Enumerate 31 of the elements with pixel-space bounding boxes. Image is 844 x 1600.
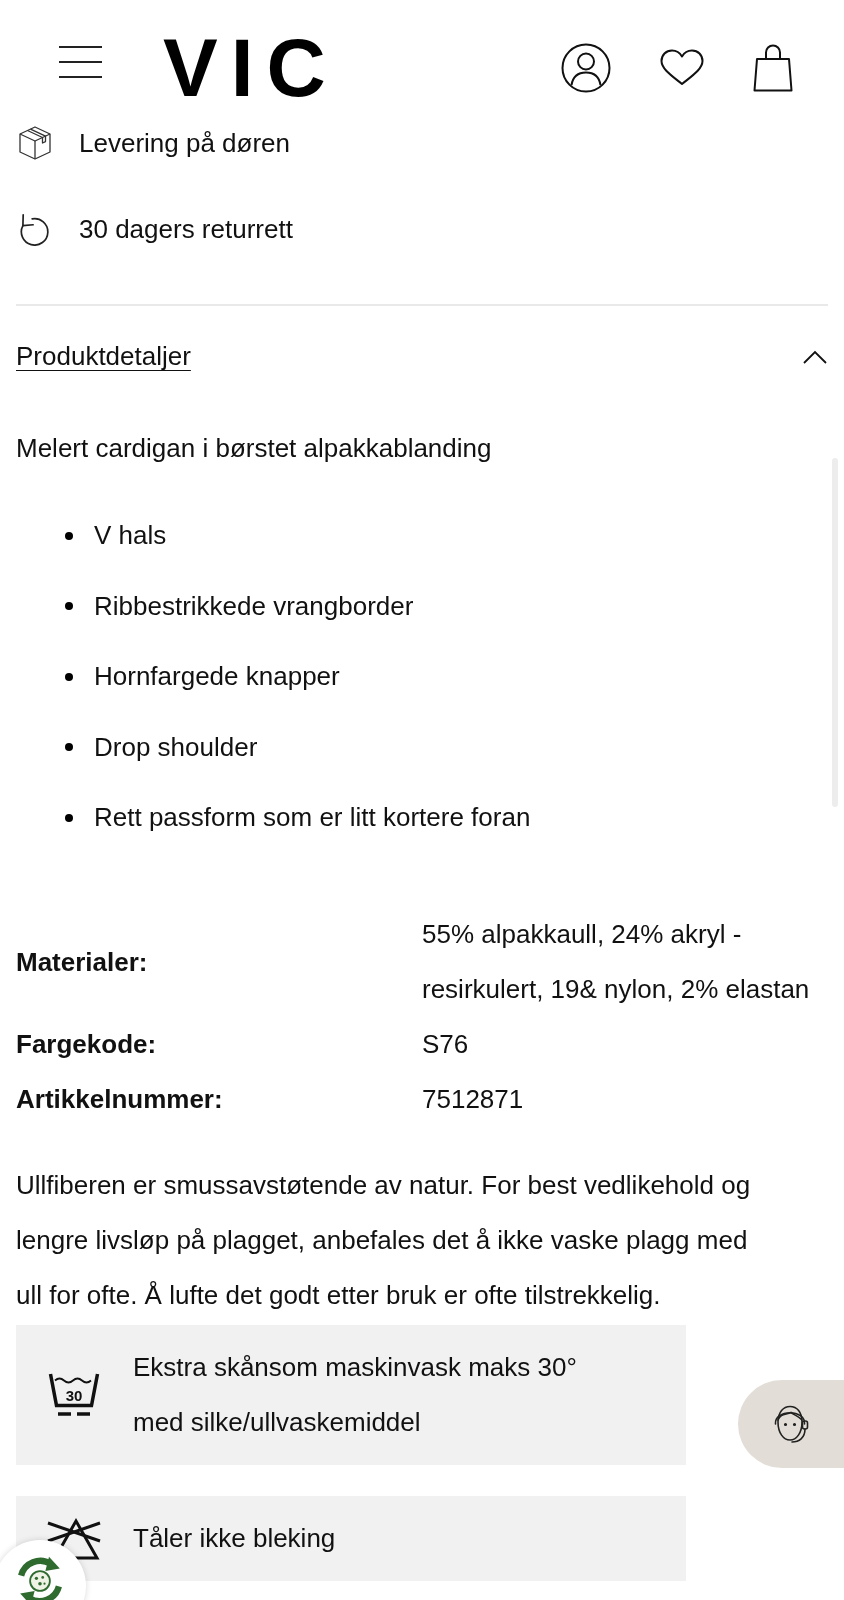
feature-text: Ribbestrikkede vrangborder bbox=[94, 589, 414, 623]
user-icon[interactable] bbox=[561, 43, 611, 93]
menu-icon[interactable] bbox=[59, 46, 102, 78]
spec-label: Materialer: bbox=[16, 945, 149, 979]
spec-value: S76 bbox=[422, 1028, 470, 1061]
logo[interactable]: VIC bbox=[163, 38, 339, 98]
feature-text: Drop shoulder bbox=[94, 730, 258, 764]
spec-value: 7512871 bbox=[422, 1083, 525, 1116]
customer-service-button[interactable] bbox=[738, 1380, 844, 1468]
spec-value: 55% alpakkaull, 24% akryl - resirkulert, 19& nylon, 2% elastan bbox=[422, 918, 811, 1006]
care-instruction-text: Ekstra skånsom maskinvask maks 30° med silke/ullvaskemiddel bbox=[133, 1351, 578, 1439]
accordion-toggle[interactable]: Produktdetaljer bbox=[0, 329, 844, 384]
feature-text: Hornfargede knapper bbox=[94, 660, 340, 693]
spec-label: Fargekode: bbox=[16, 1028, 158, 1061]
feature-text: Rett passform som er litt kortere foran bbox=[94, 801, 531, 834]
heart-icon[interactable] bbox=[660, 49, 704, 87]
bullet-icon bbox=[65, 531, 73, 540]
bullet-icon bbox=[65, 813, 73, 822]
care-note: Ullfiberen er smussavstøtende av natur. For best vedlikehold og lengre livsløp på plagget, anbefales det å ikke vaske plagg med ull for ofte. Å lufte det godt etter bruk er ofte tilstrekkelig. bbox=[16, 1169, 752, 1312]
bullet-icon bbox=[65, 743, 73, 751]
bullet-icon bbox=[65, 602, 73, 610]
perk-label: 30 dagers returrett bbox=[79, 213, 293, 245]
care-instruction-text: Tåler ikke bleking bbox=[133, 1522, 336, 1555]
spec-label: Artikkelnummer: bbox=[16, 1083, 224, 1116]
bullet-icon bbox=[65, 672, 73, 681]
perk-label: Levering på døren bbox=[79, 127, 291, 159]
return-arrow-icon bbox=[19, 212, 51, 246]
package-icon bbox=[19, 126, 51, 160]
feature-text: V hals bbox=[94, 519, 167, 552]
product-description: Melert cardigan i børstet alpakkablanding bbox=[16, 432, 493, 465]
shopping-bag-icon[interactable] bbox=[753, 44, 793, 92]
